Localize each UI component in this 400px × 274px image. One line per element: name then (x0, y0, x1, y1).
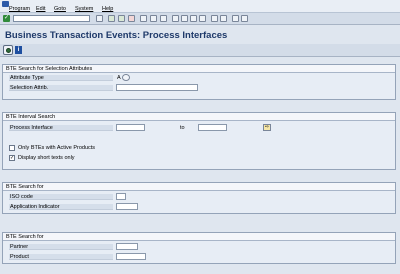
product-label: Product (10, 254, 29, 260)
partner-label: Partner (10, 244, 29, 250)
attribute-type-value[interactable]: A (117, 75, 121, 81)
sap-window-icon[interactable] (2, 1, 9, 7)
search-help-icon[interactable] (122, 74, 130, 81)
menu-program[interactable]: Program (9, 6, 30, 12)
only-active-label: Only BTEs with Active Products (18, 145, 96, 151)
short-texts-checkbox[interactable]: ✓ (9, 155, 15, 161)
shortcut-icon[interactable] (220, 15, 227, 22)
command-field[interactable] (13, 15, 90, 22)
menu-edit[interactable]: Edit (36, 6, 45, 12)
last-page-icon[interactable] (199, 15, 206, 22)
attribute-type-label: Attribute Type (10, 75, 44, 81)
execute-icon (6, 48, 11, 53)
selection-attrib-input[interactable] (116, 84, 198, 91)
process-interface-to-input[interactable] (198, 124, 227, 131)
menu-system[interactable]: System (75, 6, 93, 12)
menu-bar: Program Edit Goto System Help (0, 0, 400, 13)
previous-page-icon[interactable] (181, 15, 188, 22)
layout-icon[interactable] (241, 15, 248, 22)
menu-goto[interactable]: Goto (54, 6, 66, 12)
exit-icon[interactable] (118, 15, 125, 22)
find-icon[interactable] (150, 15, 157, 22)
help-icon[interactable] (232, 15, 239, 22)
to-label: to (180, 125, 185, 131)
application-indicator-label: Application Indicator (10, 204, 60, 210)
application-indicator-input[interactable] (116, 203, 138, 210)
short-texts-label: Display short texts only (18, 155, 75, 161)
only-active-checkbox[interactable] (9, 145, 15, 151)
selection-attrib-label: Selection Attrib. (10, 85, 49, 91)
iso-code-input[interactable] (116, 193, 126, 200)
group-title: BTE Search for (3, 233, 395, 241)
group-selection-attributes: BTE Search for Selection Attributes Attr… (2, 64, 396, 100)
first-page-icon[interactable] (172, 15, 179, 22)
multiple-selection-icon[interactable]: ⇨ (263, 124, 271, 131)
group-interval-search: BTE Interval Search Process Interface to… (2, 112, 396, 170)
standard-toolbar: ✓ (0, 13, 400, 25)
back-icon[interactable] (108, 15, 115, 22)
print-icon[interactable] (140, 15, 147, 22)
title-area: Business Transaction Events: Process Int… (0, 26, 400, 44)
partner-input[interactable] (116, 243, 138, 250)
cancel-icon[interactable] (128, 15, 135, 22)
enter-check-icon[interactable]: ✓ (3, 15, 10, 22)
info-icon[interactable]: i (15, 46, 22, 54)
page-title: Business Transaction Events: Process Int… (5, 30, 228, 41)
iso-code-label: ISO code (10, 194, 33, 200)
group-title: BTE Search for (3, 183, 395, 191)
execute-button[interactable] (3, 45, 13, 55)
save-icon[interactable] (96, 15, 103, 22)
group-title: BTE Search for Selection Attributes (3, 65, 395, 73)
group-title: BTE Interval Search (3, 113, 395, 121)
next-page-icon[interactable] (190, 15, 197, 22)
product-input[interactable] (116, 253, 146, 260)
process-interface-from-input[interactable] (116, 124, 145, 131)
process-interface-label: Process Interface (10, 125, 53, 131)
new-session-icon[interactable] (211, 15, 218, 22)
find-next-icon[interactable] (160, 15, 167, 22)
menu-help[interactable]: Help (102, 6, 113, 12)
application-toolbar: i (0, 44, 400, 57)
group-partner-search: BTE Search for Partner Product (2, 232, 396, 264)
group-iso-search: BTE Search for ISO code Application Indi… (2, 182, 396, 214)
